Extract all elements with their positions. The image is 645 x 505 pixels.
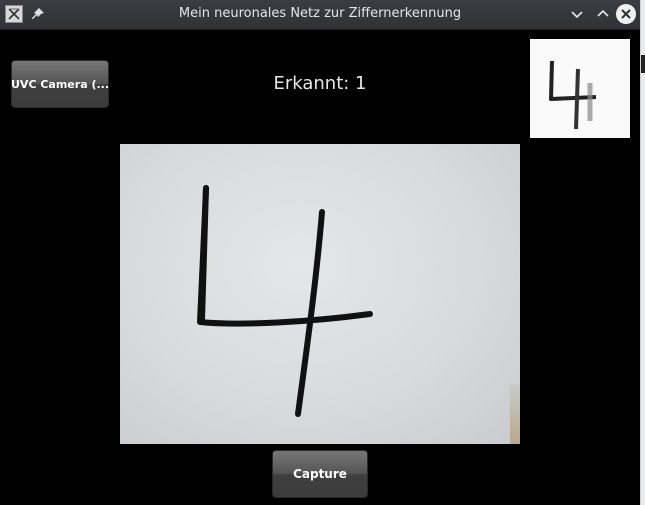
digit-thumbnail [530,39,630,138]
capture-button[interactable]: Capture [272,450,368,498]
background-window-edge [640,0,645,505]
background-window-strip [641,55,645,73]
app-window: Mein neuronales Netz zur Ziffernerkennun… [0,0,640,505]
chevron-up-icon[interactable] [594,5,612,23]
camera-select-button[interactable]: UVC Camera (... [11,60,109,108]
chevron-down-icon[interactable] [568,5,586,23]
window-title: Mein neuronales Netz zur Ziffernerkennun… [178,6,462,21]
close-icon[interactable] [616,4,636,24]
title-bar[interactable]: Mein neuronales Netz zur Ziffernerkennun… [0,0,640,30]
preview-corner-shade [510,384,520,444]
camera-preview [120,144,520,444]
recognition-result: Erkannt: 1 [273,73,367,94]
